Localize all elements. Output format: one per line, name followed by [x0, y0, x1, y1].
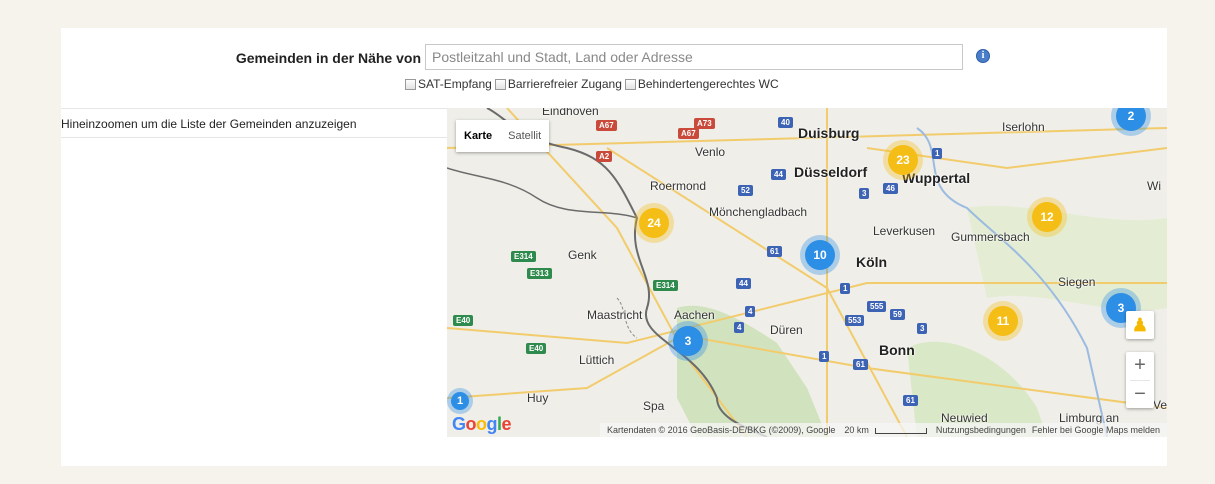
scale-label: 20 km [841, 425, 930, 435]
road-shield: 61 [767, 246, 782, 257]
road-shield: 40 [778, 117, 793, 128]
town-label: Lüttich [579, 353, 615, 367]
city-label: Wuppertal [902, 170, 971, 186]
marker-cluster[interactable]: 11 [988, 306, 1018, 336]
map-type-control: Karte Satellit [456, 120, 550, 152]
road-shield: 555 [867, 301, 887, 312]
google-logo[interactable]: Google [452, 414, 512, 435]
marker-cluster[interactable]: 23 [888, 145, 918, 175]
checkbox[interactable] [405, 78, 416, 90]
road-shield: 1 [840, 283, 851, 294]
road-shield: 44 [736, 278, 751, 289]
checkbox[interactable] [624, 78, 636, 90]
town-label: Maastricht [587, 308, 643, 322]
zoom-control: + − [1126, 352, 1154, 408]
road-shield: E40 [453, 315, 474, 326]
town-label: Düren [770, 323, 803, 337]
road-shield: E314 [653, 280, 678, 291]
road-shield: 52 [738, 185, 753, 196]
road-shield: A2 [596, 151, 613, 162]
map-type-satellit[interactable]: Satellit [500, 120, 549, 152]
scale-bar [874, 427, 927, 434]
filter-label: SAT-Empfang [418, 77, 492, 91]
road-shield: 1 [932, 148, 943, 159]
town-label: Venlo [695, 145, 726, 159]
road-shield: E313 [527, 268, 552, 279]
marker-cluster[interactable]: 24 [639, 208, 669, 238]
town-label: Spa [643, 399, 665, 413]
road-shield: 61 [853, 359, 868, 370]
map-background [447, 108, 1167, 437]
town-label: Huy [527, 391, 549, 405]
town-label: Ve [1153, 398, 1167, 412]
city-label: Duisburg [798, 125, 860, 141]
report-error-link[interactable]: Fehler bei Google Maps melden [1032, 425, 1160, 435]
road-shield: E314 [511, 251, 536, 262]
road-shield: 3 [859, 188, 870, 199]
town-label: Siegen [1058, 275, 1096, 289]
pegman-icon[interactable]: ♟ [1126, 311, 1154, 339]
zoom-out-button[interactable]: − [1126, 381, 1154, 409]
city-label: Köln [856, 254, 888, 270]
info-icon[interactable]: i [976, 49, 990, 63]
map-attribution: Kartendaten © 2016 GeoBasis-DE/BKG (©200… [599, 423, 1167, 437]
road-shield: 3 [917, 323, 928, 334]
map-copyright: Kartendaten © 2016 GeoBasis-DE/BKG (©200… [606, 425, 836, 435]
town-label: Leverkusen [873, 224, 936, 238]
filter-sat-empfang[interactable]: SAT-Empfang [405, 77, 492, 91]
marker-cluster[interactable]: 3 [673, 326, 703, 356]
road-shield: E40 [526, 343, 547, 354]
results-list: Hineinzoomen um die Liste der Gemeinden … [61, 108, 447, 466]
town-label: Iserlohn [1002, 120, 1045, 134]
road-shield: 4 [734, 322, 745, 333]
town-label: Mönchengladbach [709, 205, 808, 219]
town-label: Eindhoven [542, 108, 599, 118]
town-label: Roermond [650, 179, 707, 193]
filter-barrierefreier-zugang[interactable]: Barrierefreier Zugang [494, 77, 622, 91]
search-label: Gemeinden in der Nähe von [235, 50, 421, 66]
location-search-input[interactable] [425, 44, 963, 70]
map-view[interactable]: Karte Satellit Eindhoven Duisburg Düssel… [447, 108, 1167, 437]
road-shield: 553 [845, 315, 865, 326]
city-label: Düsseldorf [794, 164, 868, 180]
marker-cluster[interactable]: 10 [805, 240, 835, 270]
map-type-karte[interactable]: Karte [456, 120, 500, 152]
town-label: Aachen [674, 308, 715, 322]
road-shield: 4 [745, 306, 756, 317]
road-shield: A67 [678, 128, 699, 139]
town-label: Gummersbach [951, 230, 1030, 244]
marker-cluster[interactable]: 12 [1032, 202, 1062, 232]
filter-behindertengerechtes-wc[interactable]: Behindertengerechtes WC [624, 77, 779, 91]
zoom-in-button[interactable]: + [1126, 352, 1154, 380]
city-label: Bonn [879, 342, 915, 358]
filter-options: SAT-Empfang Barrierefreier Zugang Behind… [405, 77, 782, 91]
checkbox[interactable] [494, 78, 506, 90]
road-shield: 1 [819, 351, 830, 362]
road-shield: 44 [771, 169, 786, 180]
town-label: Genk [568, 248, 597, 262]
road-shield: 46 [883, 183, 898, 194]
road-shield: 61 [903, 395, 918, 406]
zoom-hint: Hineinzoomen um die Liste der Gemeinden … [61, 108, 447, 138]
terms-link[interactable]: Nutzungsbedingungen [936, 425, 1026, 435]
marker-cluster[interactable]: 1 [451, 392, 469, 410]
road-shield: 59 [890, 309, 905, 320]
search-row: Gemeinden in der Nähe von i [61, 44, 1167, 74]
filter-label: Behindertengerechtes WC [637, 77, 779, 91]
road-shield: A67 [596, 120, 617, 131]
town-label: Wi [1147, 179, 1161, 193]
road-shield: A73 [694, 118, 715, 129]
search-panel: Gemeinden in der Nähe von i SAT-Empfang … [61, 28, 1167, 466]
filter-label: Barrierefreier Zugang [507, 77, 622, 91]
